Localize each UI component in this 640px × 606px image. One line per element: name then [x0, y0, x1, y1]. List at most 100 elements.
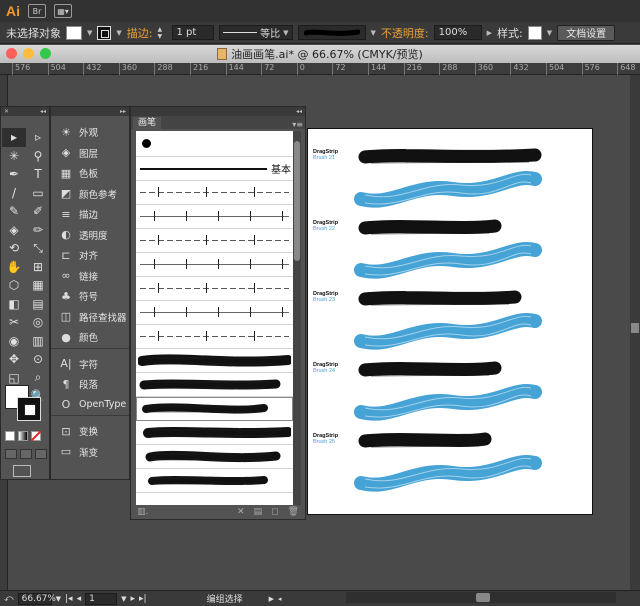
new-brush-icon[interactable]: ◻: [271, 507, 278, 517]
brushes-panel-header[interactable]: ◂◂: [131, 107, 305, 116]
color-mode-button[interactable]: [5, 431, 15, 441]
tool-button[interactable]: ✂: [2, 313, 26, 332]
tool-button[interactable]: ✏: [26, 221, 50, 240]
panel-item[interactable]: ◩ 颜色参考: [51, 184, 129, 205]
scroll-thumb[interactable]: [476, 593, 490, 602]
chevron-down-icon[interactable]: ▼: [56, 595, 61, 603]
brush-item-art[interactable]: [136, 373, 293, 397]
tool-button[interactable]: ▤: [26, 295, 50, 314]
collapse-icon[interactable]: ▸▸: [120, 108, 126, 115]
close-icon[interactable]: ✕: [4, 108, 9, 115]
zoom-field[interactable]: 66.67%: [17, 592, 56, 605]
draw-behind-button[interactable]: [20, 449, 32, 459]
brush-item-calligraphic[interactable]: [136, 131, 293, 157]
tool-button[interactable]: ▭: [26, 184, 50, 203]
brush-item-art[interactable]: [136, 349, 293, 373]
brush-sample-group[interactable]: DragStrip Brush 25: [313, 432, 589, 503]
panel-item[interactable]: ∞ 链接: [51, 266, 129, 287]
opacity-field[interactable]: 100%: [433, 25, 482, 40]
panel-item[interactable]: A| 字符: [51, 354, 129, 375]
stroke-weight-stepper[interactable]: ▲ ▼: [158, 26, 167, 40]
collapse-icon[interactable]: ◂◂: [40, 108, 46, 115]
opacity-label[interactable]: 不透明度:: [381, 25, 429, 41]
brush-item-pattern[interactable]: [136, 229, 293, 253]
panel-item[interactable]: ◐ 透明度: [51, 225, 129, 246]
brushes-scrollbar[interactable]: [293, 131, 301, 505]
tool-button[interactable]: ✳: [2, 147, 26, 166]
fill-stroke-control[interactable]: [3, 381, 49, 421]
brush-item-pattern[interactable]: [136, 205, 293, 229]
panel-menu-icon[interactable]: ▾≡: [292, 120, 303, 129]
stroke-label[interactable]: 描边:: [127, 25, 153, 41]
brush-sample-group[interactable]: DragStrip Brush 23: [313, 290, 589, 361]
minimize-window-button[interactable]: [23, 48, 34, 59]
close-window-button[interactable]: [6, 48, 17, 59]
stroke-swatch[interactable]: [97, 25, 112, 40]
tool-button[interactable]: ▦: [26, 276, 50, 295]
tool-button[interactable]: T: [26, 165, 50, 184]
panel-item[interactable]: ¶ 段落: [51, 374, 129, 395]
tool-button[interactable]: ⊙: [26, 350, 50, 369]
chevron-down-icon[interactable]: ▼: [116, 29, 121, 37]
rotate-view-icon[interactable]: ⤺: [4, 594, 14, 604]
collapse-icon[interactable]: ◂◂: [296, 108, 302, 115]
scroll-thumb[interactable]: [294, 141, 300, 261]
tab-brushes[interactable]: 画笔: [133, 117, 162, 129]
graphic-style-swatch[interactable]: [527, 25, 542, 40]
tool-button[interactable]: ◧: [2, 295, 26, 314]
panel-item[interactable]: ◈ 图层: [51, 143, 129, 164]
panel-item[interactable]: ◫ 路径查找器: [51, 307, 129, 328]
variable-width-profile[interactable]: 等比 ▼: [218, 25, 293, 40]
arrange-documents-button[interactable]: ▦▾: [54, 4, 72, 18]
status-menu-arrow-icon[interactable]: ▶: [269, 595, 274, 603]
brush-item-pattern[interactable]: [136, 325, 293, 349]
panel-item[interactable]: ● 颜色: [51, 327, 129, 348]
last-artboard-button[interactable]: ▸|: [139, 594, 147, 604]
chevron-down-icon[interactable]: ▼: [121, 595, 126, 603]
tool-button[interactable]: /: [2, 184, 26, 203]
tool-button[interactable]: ⊞: [26, 258, 50, 277]
brush-item-art[interactable]: [136, 469, 293, 493]
tools-panel-header[interactable]: ✕ ◂◂: [1, 107, 49, 116]
tool-button[interactable]: ▸: [2, 128, 26, 147]
brush-item-basic[interactable]: 基本: [136, 157, 293, 181]
brush-sample-group[interactable]: DragStrip Brush 22: [313, 219, 589, 290]
brush-item-art[interactable]: [136, 445, 293, 469]
chevron-down-icon[interactable]: ▼: [371, 29, 376, 37]
tool-button[interactable]: ◉: [2, 332, 26, 351]
draw-inside-button[interactable]: [35, 449, 47, 459]
tool-button[interactable]: ◈: [2, 221, 26, 240]
brush-item-pattern[interactable]: [136, 181, 293, 205]
tool-button[interactable]: ✐: [26, 202, 50, 221]
brush-sample-group[interactable]: DragStrip Brush 21: [313, 148, 589, 219]
tool-button[interactable]: ⚲: [26, 147, 50, 166]
artboard[interactable]: DragStrip Brush 21 DragStrip Brush 22 DragSt…: [307, 128, 593, 515]
tool-button[interactable]: ✎: [2, 202, 26, 221]
document-horizontal-scrollbar[interactable]: [346, 592, 616, 603]
tool-button[interactable]: ▥: [26, 332, 50, 351]
tool-button[interactable]: ✒: [2, 165, 26, 184]
stroke-color-box[interactable]: [17, 397, 41, 421]
delete-brush-icon[interactable]: 🗑: [288, 507, 299, 517]
brush-item-art[interactable]: [136, 397, 293, 421]
gradient-mode-button[interactable]: [18, 431, 28, 441]
next-artboard-button[interactable]: ▸: [131, 594, 136, 604]
fill-swatch[interactable]: [66, 25, 82, 40]
previous-artboard-button[interactable]: ◂: [77, 594, 82, 604]
brush-item-art[interactable]: [136, 421, 293, 445]
panel-item[interactable]: ☀ 外观: [51, 122, 129, 143]
brush-libraries-menu-icon[interactable]: ▥.: [137, 507, 148, 517]
panels-column-header[interactable]: ▸▸: [51, 107, 129, 116]
none-mode-button[interactable]: [31, 431, 41, 441]
tool-button[interactable]: ⟲: [2, 239, 26, 258]
brush-item-pattern[interactable]: [136, 301, 293, 325]
brush-item-pattern[interactable]: [136, 253, 293, 277]
remove-brush-stroke-icon[interactable]: ✕: [237, 507, 245, 517]
panel-item[interactable]: ≡ 描边: [51, 204, 129, 225]
options-icon[interactable]: ▤: [254, 507, 263, 517]
brush-item-pattern[interactable]: [136, 277, 293, 301]
scroll-left-icon[interactable]: ◂: [278, 595, 282, 603]
bridge-button[interactable]: Br: [28, 4, 46, 18]
panel-item[interactable]: ♣ 符号: [51, 286, 129, 307]
panel-item[interactable]: ⊏ 对齐: [51, 245, 129, 266]
